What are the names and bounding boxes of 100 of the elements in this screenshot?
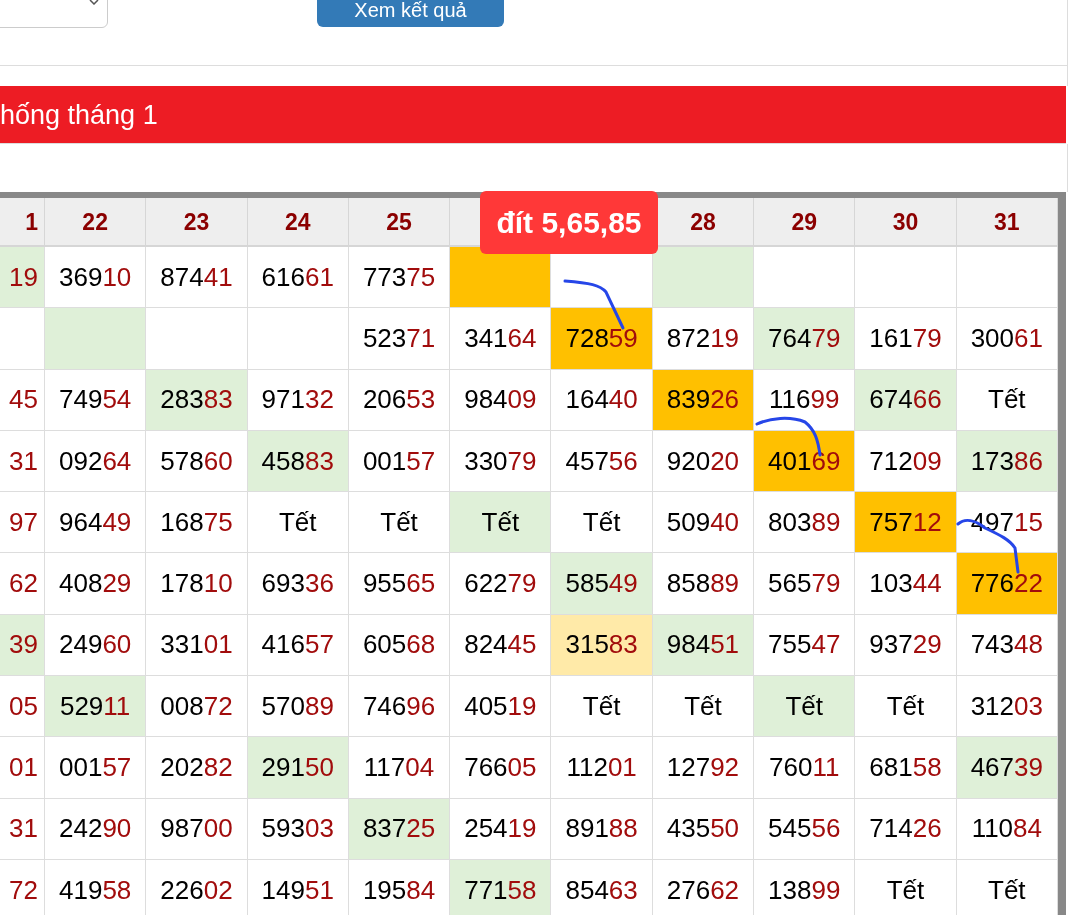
- table-cell: 33101: [146, 614, 248, 677]
- table-cell: 57860: [146, 430, 248, 493]
- column-header: 30: [855, 198, 957, 247]
- table-cell: 46739: [956, 737, 1058, 799]
- table-cell: 40519: [450, 676, 552, 738]
- table-cell: Tết: [450, 492, 552, 554]
- table-cell: 98451: [652, 614, 755, 677]
- table-cell: 20653: [348, 369, 451, 431]
- column-header: 22: [45, 198, 147, 247]
- table-cell: 56579: [754, 553, 856, 615]
- table-cell: 76479: [754, 308, 856, 370]
- table-cell: 89188: [551, 798, 653, 860]
- table-cell: Tết: [956, 369, 1058, 431]
- table-cell: 98700: [146, 798, 248, 860]
- table-cell: 01: [0, 737, 45, 799]
- table-cell: 60568: [348, 614, 451, 677]
- table-cell: Tết: [551, 492, 653, 554]
- column-header: 24: [247, 198, 349, 247]
- table-cell: 19: [0, 247, 45, 309]
- table-cell: 11704: [348, 737, 451, 799]
- table-cell: 39: [0, 614, 45, 677]
- table-cell: 72859: [551, 308, 653, 370]
- table-cell: 74954: [45, 369, 147, 431]
- table-cell: 61661: [247, 247, 349, 309]
- table-cell: 00157: [45, 737, 147, 799]
- table-cell: 45: [0, 369, 45, 431]
- column-header: 1: [0, 198, 45, 247]
- table-cell: 93729: [855, 614, 957, 677]
- table-cell: 52911: [45, 676, 147, 738]
- table-cell: 83926: [652, 369, 755, 431]
- table-cell: 76011: [754, 737, 856, 799]
- table-cell: [0, 308, 45, 370]
- table-cell: 67466: [855, 369, 957, 431]
- table-cell: 30061: [956, 308, 1058, 370]
- table-cell: 16179: [855, 308, 957, 370]
- table-cell: 00872: [146, 676, 248, 738]
- table-cell: 68158: [855, 737, 957, 799]
- table-cell: 11084: [956, 798, 1058, 860]
- table-cell: Tết: [855, 676, 957, 738]
- table-cell: 80389: [754, 492, 856, 554]
- table-cell: 36910: [45, 247, 147, 309]
- table-cell: 71209: [855, 430, 957, 493]
- table-cell: 77622: [956, 553, 1058, 615]
- table-cell: 57089: [247, 676, 349, 738]
- table-cell: 54556: [754, 798, 856, 860]
- table-cell: 62279: [450, 553, 552, 615]
- table-cell: 83725: [348, 798, 451, 860]
- table-cell: 75712: [855, 492, 957, 554]
- table-cell: 96449: [45, 492, 147, 554]
- table-cell: 31583: [551, 614, 653, 677]
- search-button[interactable]: Xem kết quả: [317, 0, 504, 27]
- table-cell: 82445: [450, 614, 552, 677]
- table-cell: 52371: [348, 308, 451, 370]
- result-badge: đít 5,65,85: [480, 191, 658, 254]
- table-cell: 43550: [652, 798, 755, 860]
- table-cell: 00157: [348, 430, 451, 493]
- table-cell: 28383: [146, 369, 248, 431]
- table-cell: 16875: [146, 492, 248, 554]
- table-cell: 31: [0, 798, 45, 860]
- table-cell: 25419: [450, 798, 552, 860]
- table-cell: Tết: [247, 492, 349, 554]
- table-cell: 92020: [652, 430, 755, 493]
- table-cell: 76605: [450, 737, 552, 799]
- table-cell: 77158: [450, 859, 552, 915]
- table-cell: 97132: [247, 369, 349, 431]
- table-cell: 95565: [348, 553, 451, 615]
- table-cell: 62: [0, 553, 45, 615]
- table-cell: 41657: [247, 614, 349, 677]
- table-cell: 85889: [652, 553, 755, 615]
- table-cell: 29150: [247, 737, 349, 799]
- table-cell: 69336: [247, 553, 349, 615]
- pen-stroke: [563, 279, 625, 330]
- table-cell: 11201: [551, 737, 653, 799]
- table-cell: 24290: [45, 798, 147, 860]
- caret-icon: [89, 0, 99, 5]
- table-cell: Tết: [652, 676, 755, 738]
- table-cell: 45756: [551, 430, 653, 493]
- table-cell: 77375: [348, 247, 451, 309]
- column-header: 29: [754, 198, 856, 247]
- table-cell: Tết: [348, 492, 451, 554]
- table-cell: Tết: [754, 676, 856, 738]
- column-header: 31: [956, 198, 1058, 247]
- table-cell: 33079: [450, 430, 552, 493]
- section-title: hống tháng 1: [0, 86, 1066, 144]
- table-cell: 74348: [956, 614, 1058, 677]
- table-cell: Tết: [551, 676, 653, 738]
- table-cell: 12792: [652, 737, 755, 799]
- table-cell: 87441: [146, 247, 248, 309]
- table-cell: 17810: [146, 553, 248, 615]
- table-cell: 59303: [247, 798, 349, 860]
- table-cell: 45883: [247, 430, 349, 493]
- table-cell: 97: [0, 492, 45, 554]
- table-cell: 87219: [652, 308, 755, 370]
- table-cell: 71426: [855, 798, 957, 860]
- table-cell: 20282: [146, 737, 248, 799]
- table-cell: 40169: [754, 430, 856, 493]
- table-cell: 58549: [551, 553, 653, 615]
- table-cell: 34164: [450, 308, 552, 370]
- column-header: 25: [348, 198, 451, 247]
- table-cell: 31: [0, 430, 45, 493]
